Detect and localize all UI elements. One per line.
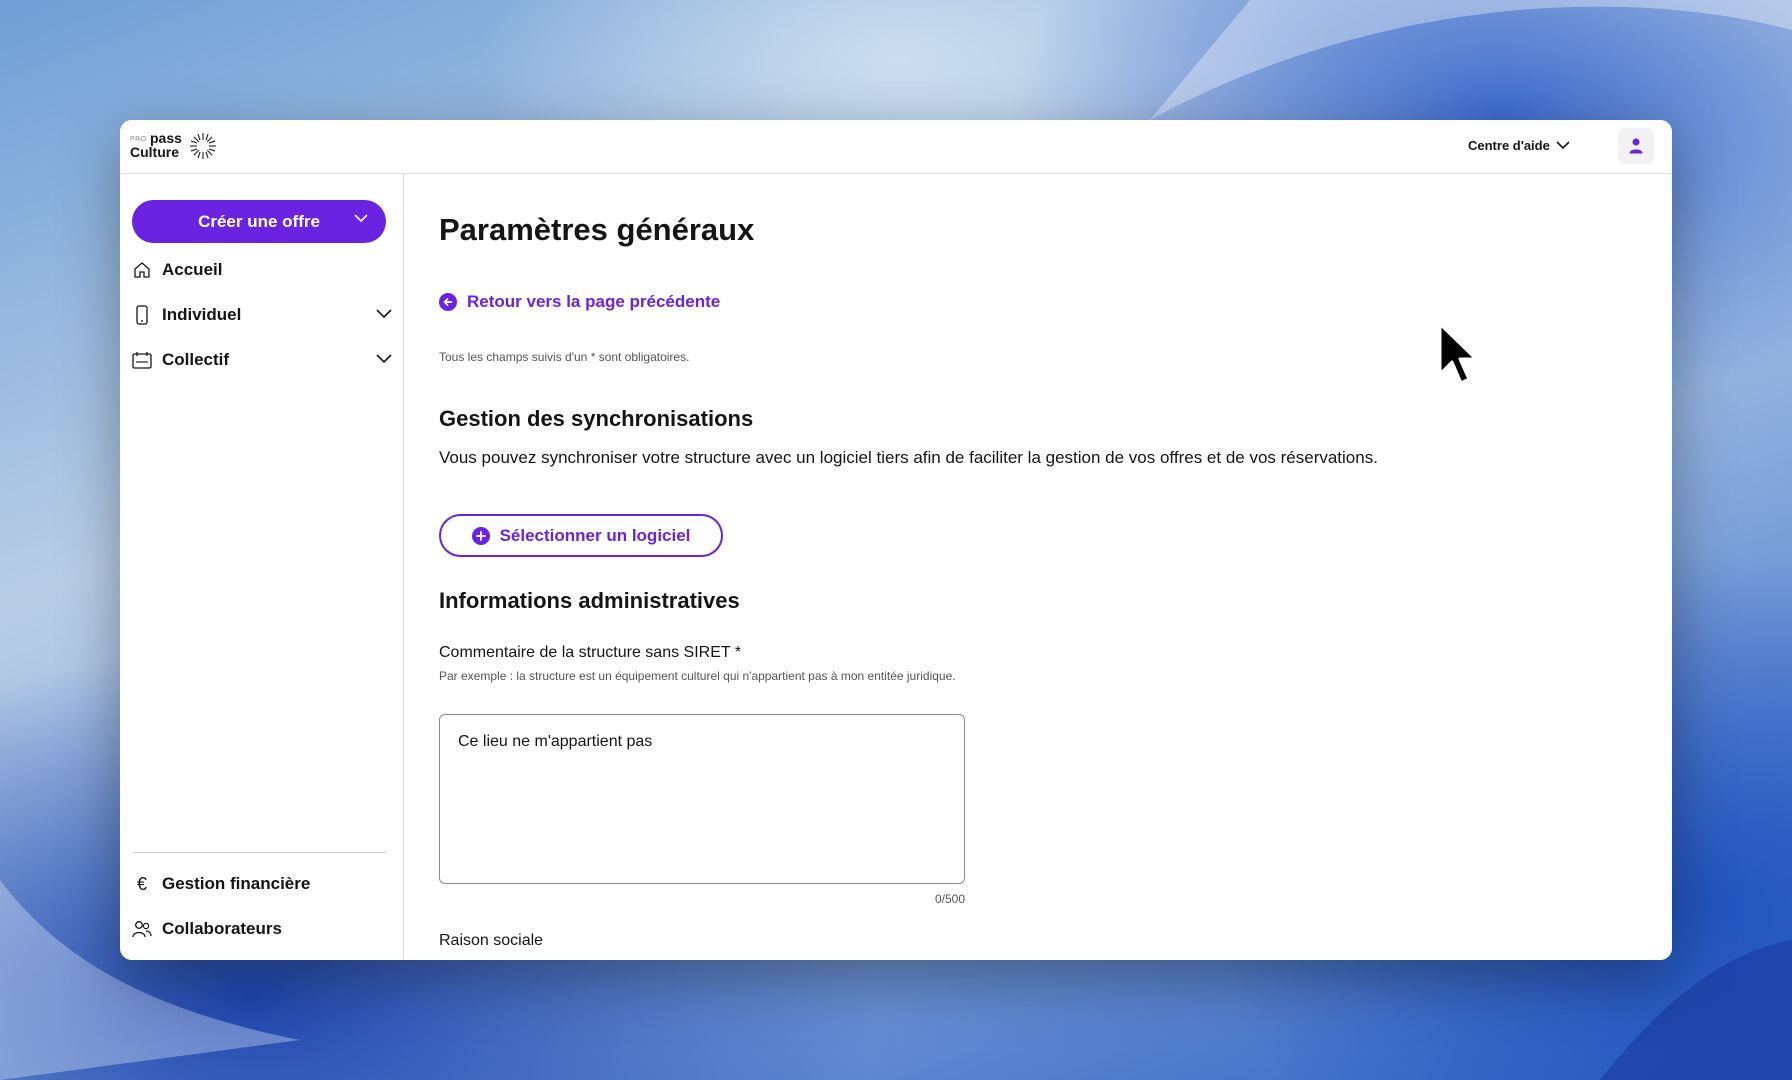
user-icon — [1629, 138, 1643, 154]
logo-pro-text: PRO — [130, 136, 147, 143]
plus-circle-icon — [471, 526, 490, 545]
raison-sociale-label: Raison sociale — [439, 932, 544, 949]
comment-field-label: Commentaire de la structure sans SIRET * — [439, 644, 742, 661]
sidebar-item-label: Individuel — [162, 305, 242, 324]
sync-section-description: Vous pouvez synchroniser votre structure… — [439, 448, 1378, 467]
sidebar-item-individuel[interactable]: Individuel — [132, 299, 392, 331]
create-offer-label: Créer une offre — [198, 211, 320, 231]
user-menu-button[interactable] — [1618, 128, 1654, 164]
logo-culture-text: Culture — [130, 144, 179, 160]
main-content: Paramètres généraux Retour vers la page … — [405, 174, 1672, 960]
sidebar-item-collaborateurs[interactable]: Collaborateurs — [132, 913, 392, 945]
select-software-label: Sélectionner un logiciel — [499, 525, 691, 545]
help-center-menu[interactable]: Centre d'aide — [1468, 138, 1570, 153]
home-icon — [132, 260, 152, 280]
sidebar-item-accueil[interactable]: Accueil — [132, 254, 392, 286]
sidebar: Créer une offre Accueil Individuel Colle… — [120, 174, 404, 960]
sidebar-item-gestion-financiere[interactable]: € Gestion financière — [132, 868, 392, 900]
sidebar-item-label: Collectif — [162, 350, 230, 369]
back-link[interactable]: Retour vers la page précédente — [439, 292, 720, 312]
calendar-icon — [132, 350, 152, 370]
arrow-left-circle-icon — [439, 293, 457, 311]
back-link-label: Retour vers la page précédente — [467, 292, 721, 311]
chevron-down-icon — [376, 309, 392, 319]
chevron-down-icon — [376, 354, 392, 364]
comment-field-hint: Par exemple : la structure est un équipe… — [439, 669, 956, 683]
browser-window: PRO pass Culture Centre d'aide Créer une… — [120, 120, 1672, 960]
sidebar-item-label: Gestion financière — [162, 874, 311, 893]
admin-section-title: Informations administratives — [439, 588, 740, 613]
comment-textarea[interactable]: Ce lieu ne m'appartient pas — [439, 714, 965, 884]
users-icon — [132, 919, 152, 939]
sidebar-item-collectif[interactable]: Collectif — [132, 344, 392, 376]
create-offer-button[interactable]: Créer une offre — [132, 200, 386, 243]
comment-char-counter: 0/500 — [934, 892, 965, 906]
mandatory-fields-note: Tous les champs suivis d'un * sont oblig… — [439, 350, 690, 364]
help-center-label: Centre d'aide — [1468, 138, 1550, 153]
phone-icon — [132, 305, 152, 325]
chevron-down-icon — [1556, 141, 1570, 150]
sync-section-title: Gestion des synchronisations — [439, 406, 754, 431]
select-software-button[interactable]: Sélectionner un logiciel — [439, 514, 723, 557]
sidebar-item-label: Accueil — [162, 260, 223, 279]
pass-culture-logo[interactable]: PRO pass Culture — [130, 129, 240, 165]
euro-icon: € — [136, 873, 147, 894]
page-title: Paramètres généraux — [439, 212, 755, 247]
chevron-down-icon — [354, 214, 368, 223]
sunburst-icon — [190, 133, 216, 159]
mouse-cursor-icon — [1438, 322, 1478, 385]
sidebar-item-label: Collaborateurs — [162, 919, 282, 938]
top-bar: PRO pass Culture Centre d'aide — [120, 120, 1672, 174]
sidebar-divider — [132, 852, 386, 853]
